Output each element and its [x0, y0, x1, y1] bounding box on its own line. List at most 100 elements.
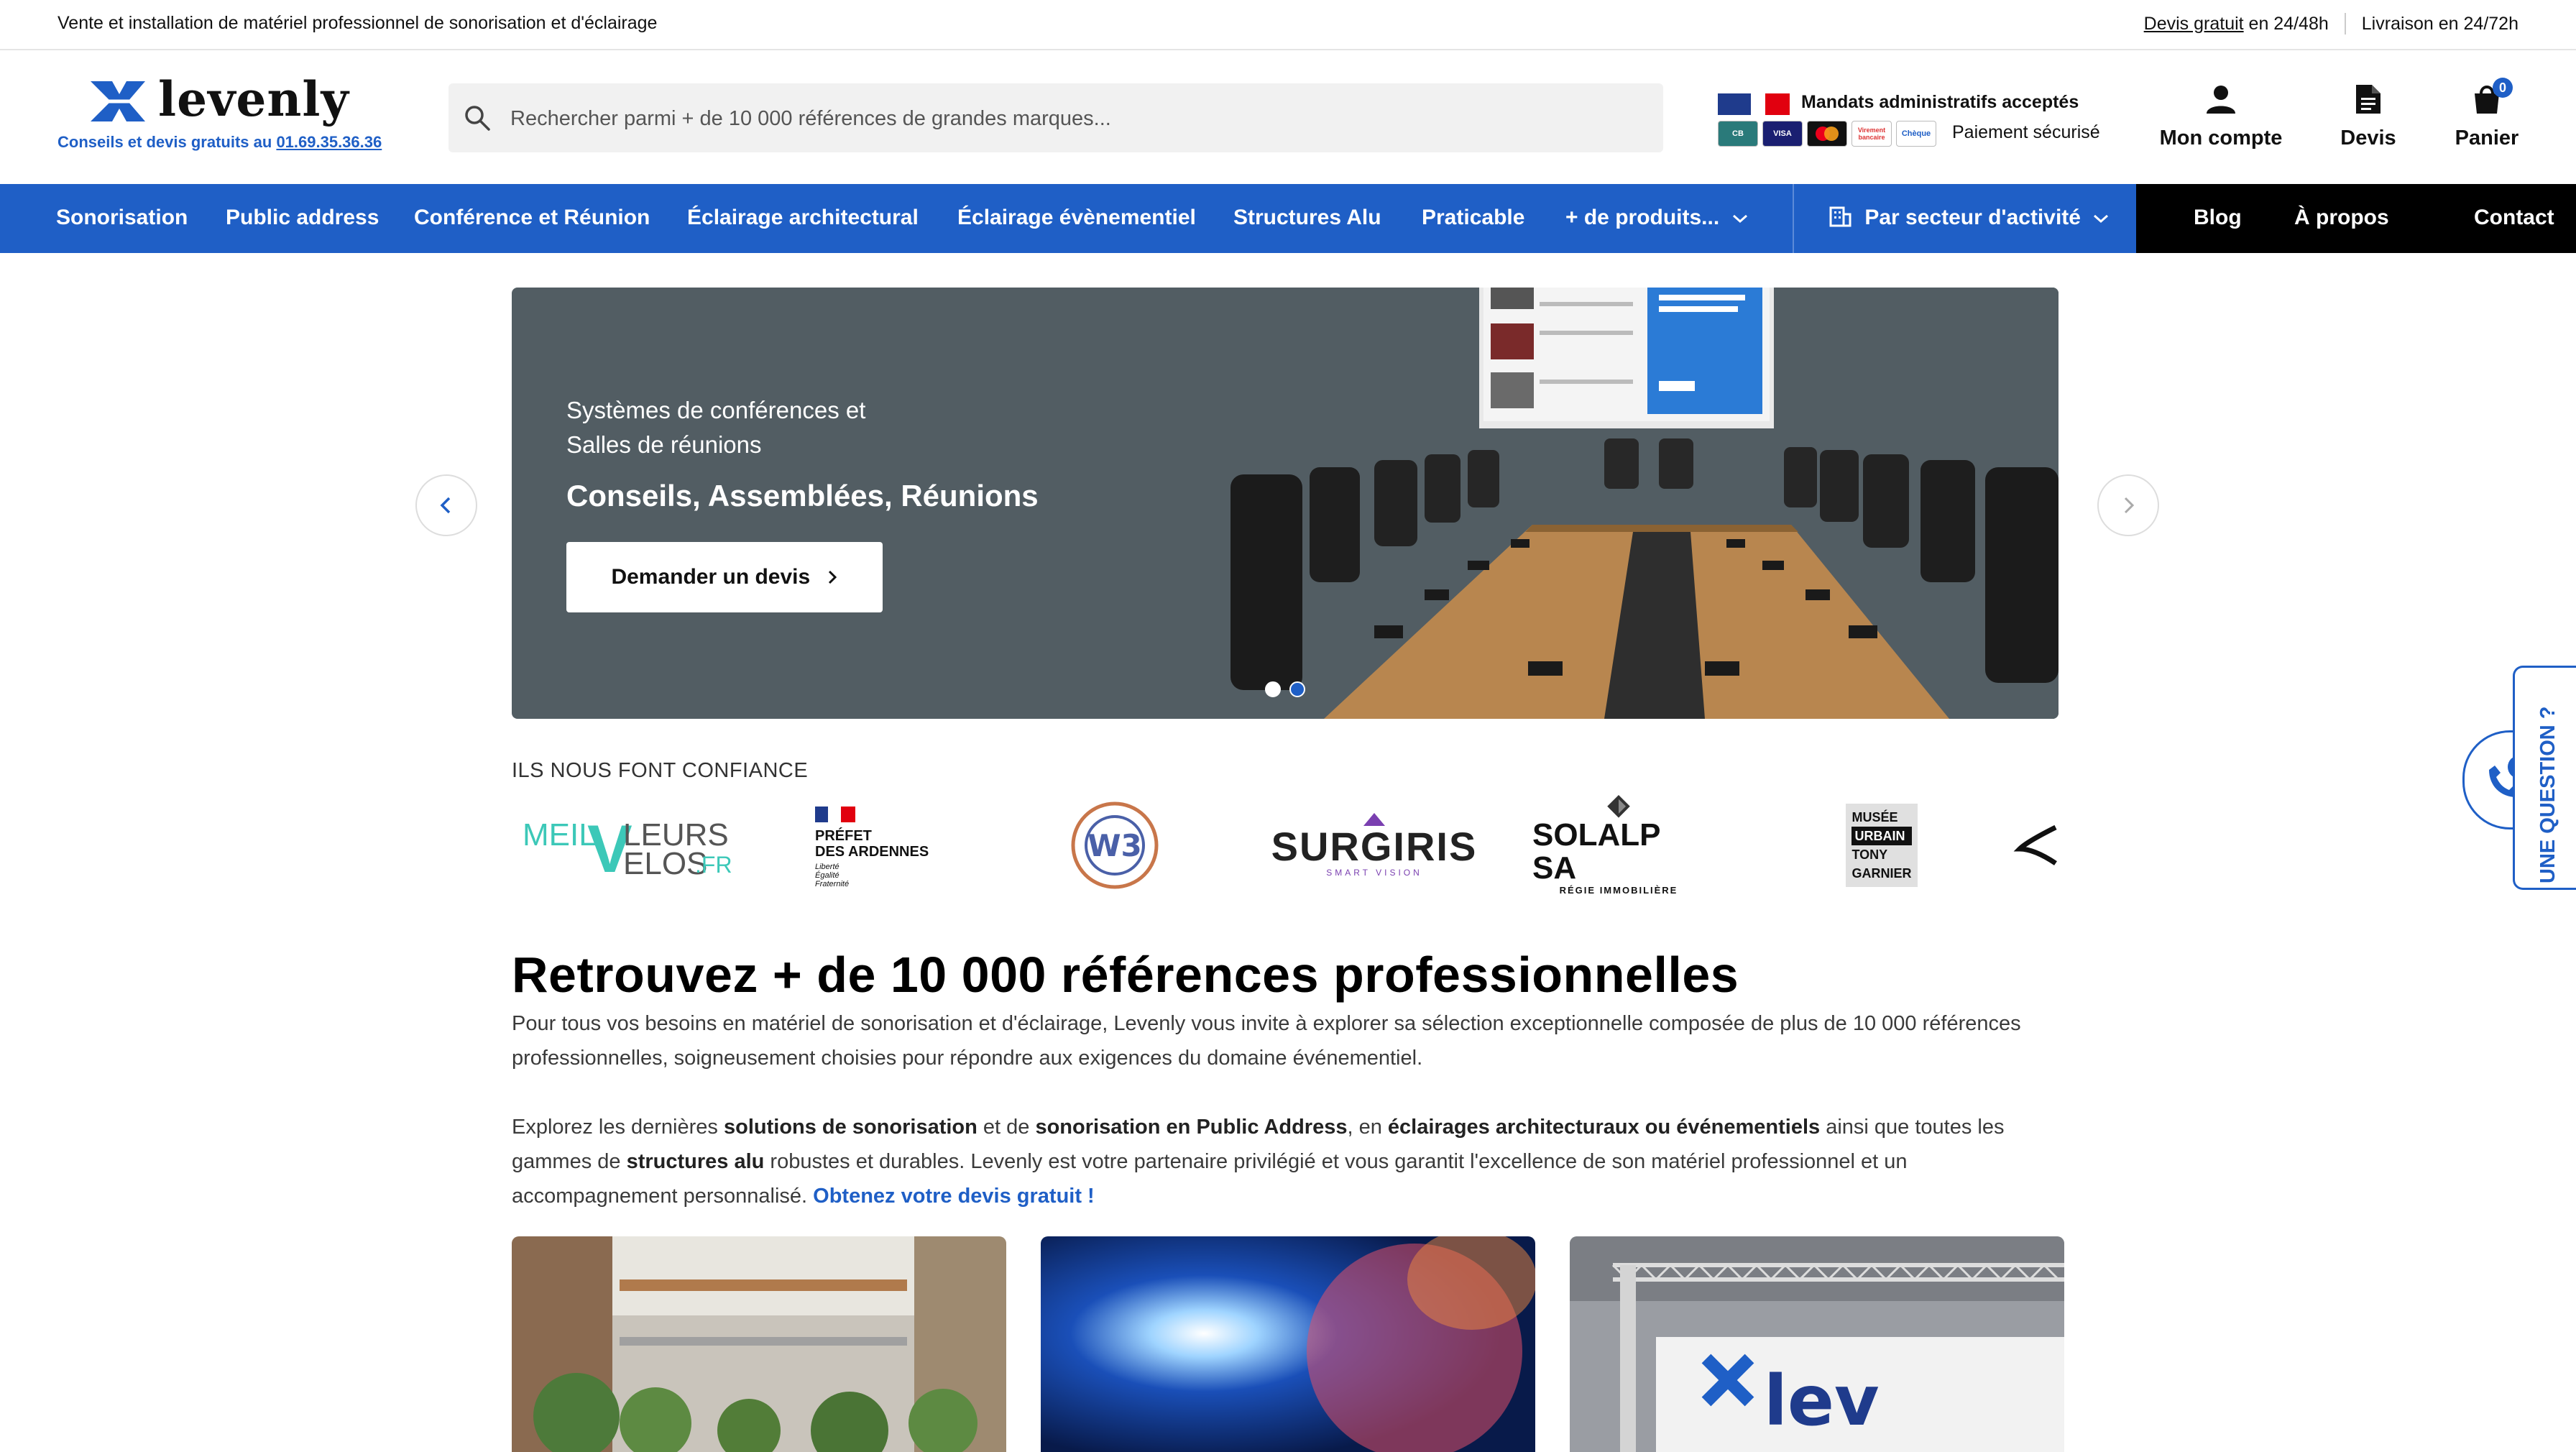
search-bar[interactable]: [448, 83, 1663, 152]
header-tagline: Conseils et devis gratuits au 01.69.35.3…: [58, 133, 382, 152]
carousel-dot-2[interactable]: [1289, 681, 1305, 697]
devis-label: Devis: [2340, 127, 2396, 150]
stage-light-image: [1041, 1236, 1535, 1452]
building-icon: [1829, 206, 1852, 227]
top-bar-tagline: Vente et installation de matériel profes…: [58, 13, 658, 33]
partner-logo-prefet: PRÉFET DES ARDENNES Liberté Égalité Frat…: [814, 795, 957, 896]
partner-logo-partial: [2011, 795, 2064, 896]
nav-item-structures-alu[interactable]: Structures Alu: [1233, 206, 1381, 230]
solalp-diamond-icon: [1607, 795, 1630, 818]
nav-item-praticable[interactable]: Praticable: [1422, 206, 1524, 230]
top-bar: Vente et installation de matériel profes…: [0, 0, 2576, 50]
partner-logo-musee-tony-garnier: MUSÉE URBAIN TONY GARNIER: [1831, 795, 1932, 896]
cart-icon-wrap: 0: [2472, 78, 2513, 121]
chevron-right-icon: [828, 570, 837, 584]
svg-text:lev: lev: [1764, 1361, 1880, 1441]
demander-devis-label: Demander un devis: [611, 565, 811, 589]
paiement-label: Paiement sécurisé: [1952, 122, 2100, 142]
nav-item-a-propos[interactable]: À propos: [2294, 206, 2389, 230]
partner-logo-meilleurs-velos: MEIL V LEURS ELOS .FR: [512, 795, 732, 896]
account-button[interactable]: Mon compte: [2149, 83, 2293, 150]
nav-item-public-address[interactable]: Public address: [226, 206, 379, 230]
chevron-down-icon: [2094, 214, 2109, 224]
demander-devis-button[interactable]: Demander un devis: [566, 542, 883, 612]
cart-count-badge: 0: [2493, 78, 2513, 98]
partner-logo-w3: W3: [1061, 795, 1169, 896]
livraison-info: Livraison en 24/72h: [2361, 13, 2518, 34]
partners-strip: MEIL V LEURS ELOS .FR PRÉFET DES ARDENNE…: [512, 795, 2064, 896]
chevron-left-icon: [440, 497, 451, 514]
logo-wordmark: levenly: [158, 71, 349, 127]
cart-label: Panier: [2455, 127, 2519, 150]
visa-card-icon: VISA: [1762, 121, 1803, 147]
more-products-label: + de produits...: [1565, 206, 1720, 229]
divider: [2344, 13, 2346, 35]
logo-mark-icon: [86, 81, 145, 121]
partner-swoosh-icon: [2013, 824, 2057, 865]
intro-paragraph: Pour tous vos besoins en matériel de son…: [512, 1012, 2021, 1070]
nav-item-eclairage-evenementiel[interactable]: Éclairage évènementiel: [957, 206, 1196, 230]
chevron-down-icon: [1732, 214, 1747, 224]
category-card-eclairage[interactable]: [1041, 1236, 1535, 1452]
logo[interactable]: levenly: [86, 71, 381, 127]
hero-title: Conseils, Assemblées, Réunions: [566, 479, 1039, 513]
section-title: Retrouvez + de 10 000 références profess…: [512, 947, 1739, 1003]
explore-paragraph: Explorez les dernières solutions de sono…: [512, 1116, 2005, 1208]
devis-gratuit-link[interactable]: Devis gratuit: [2144, 14, 2244, 34]
carousel-dots: [1265, 681, 1305, 697]
mastercard-icon: [1807, 121, 1847, 147]
nav-item-contact[interactable]: Contact: [2474, 206, 2554, 230]
partners-title: ILS NOUS FONT CONFIANCE: [512, 759, 809, 782]
payment-cards: CB VISA Virement bancaire Chèque: [1718, 121, 1936, 147]
sector-label: Par secteur d'activité: [1864, 206, 2081, 229]
hero-subtitle-line1: Systèmes de conférences et: [566, 397, 866, 423]
main-nav: Sonorisation Public address Conférence e…: [0, 184, 2576, 253]
mandats-label: Mandats administratifs acceptés: [1801, 92, 2079, 112]
nav-divider: [1793, 184, 1794, 253]
virement-icon: Virement bancaire: [1852, 121, 1892, 147]
category-card-sonorisation[interactable]: [512, 1236, 1006, 1452]
nav-item-blog[interactable]: Blog: [2194, 206, 2242, 230]
shopping-mall-image: [512, 1236, 1006, 1452]
carousel-next-button[interactable]: [2097, 474, 2159, 536]
question-tab-label: UNE QUESTION ?: [2536, 706, 2559, 883]
partner-logo-solalp: SOLALP SA RÉGIE IMMOBILIÈRE: [1532, 795, 1705, 896]
cart-button[interactable]: 0 Panier: [2444, 78, 2530, 150]
hero-subtitle-line2: Salles de réunions: [566, 431, 762, 458]
phone-link[interactable]: 01.69.35.36.36: [276, 133, 382, 151]
svg-text:W3: W3: [1087, 828, 1142, 863]
hero-slide: Systèmes de conférences et Salles de réu…: [512, 288, 2058, 719]
devis-gratuit-link[interactable]: Obtenez votre devis gratuit !: [813, 1185, 1095, 1208]
devis-button[interactable]: Devis: [2329, 83, 2408, 150]
carousel-prev-button[interactable]: [415, 474, 477, 536]
nav-item-eclairage-architectural[interactable]: Éclairage architectural: [687, 206, 919, 230]
marianne-flag-icon: [1718, 93, 1790, 115]
account-label: Mon compte: [2159, 127, 2283, 150]
top-bar-info: Devis gratuit en 24/48h Livraison en 24/…: [2144, 13, 2518, 35]
nav-item-conference[interactable]: Conférence et Réunion: [414, 206, 650, 230]
partner-logo-surgiris: SURGIRIS SMART VISION: [1266, 795, 1482, 896]
carousel-dot-1[interactable]: [1265, 681, 1281, 697]
truss-structure-image: lev: [1570, 1236, 2064, 1452]
page: Vente et installation de matériel profes…: [0, 0, 2576, 1452]
search-icon[interactable]: [463, 104, 492, 132]
document-icon: [2356, 85, 2380, 114]
devis-delay: en 24/48h: [2243, 13, 2329, 34]
devis-info: Devis gratuit en 24/48h: [2144, 14, 2329, 35]
tagline-text: Conseils et devis gratuits au: [58, 133, 277, 151]
payment-info: Mandats administratifs acceptés CB VISA …: [1718, 89, 2106, 154]
conference-room-image: [1230, 288, 2058, 719]
search-input[interactable]: [509, 96, 1647, 141]
nav-item-more-products[interactable]: + de produits...: [1565, 206, 1749, 230]
nav-item-sonorisation[interactable]: Sonorisation: [56, 206, 188, 230]
nav-item-sector[interactable]: Par secteur d'activité: [1828, 206, 2110, 230]
w3-badge-icon: W3: [1071, 801, 1159, 889]
cb-card-icon: CB: [1718, 121, 1758, 147]
category-card-structures[interactable]: lev: [1570, 1236, 2064, 1452]
question-tab[interactable]: UNE QUESTION ?: [2513, 666, 2576, 890]
marianne-icon: [815, 807, 855, 822]
meilleurs-velos-wordmark: MEIL V LEURS ELOS .FR: [523, 811, 732, 886]
chevron-right-icon: [2124, 497, 2135, 514]
user-icon: [2207, 86, 2235, 114]
nav-secondary: Blog À propos Contact: [2136, 184, 2576, 253]
